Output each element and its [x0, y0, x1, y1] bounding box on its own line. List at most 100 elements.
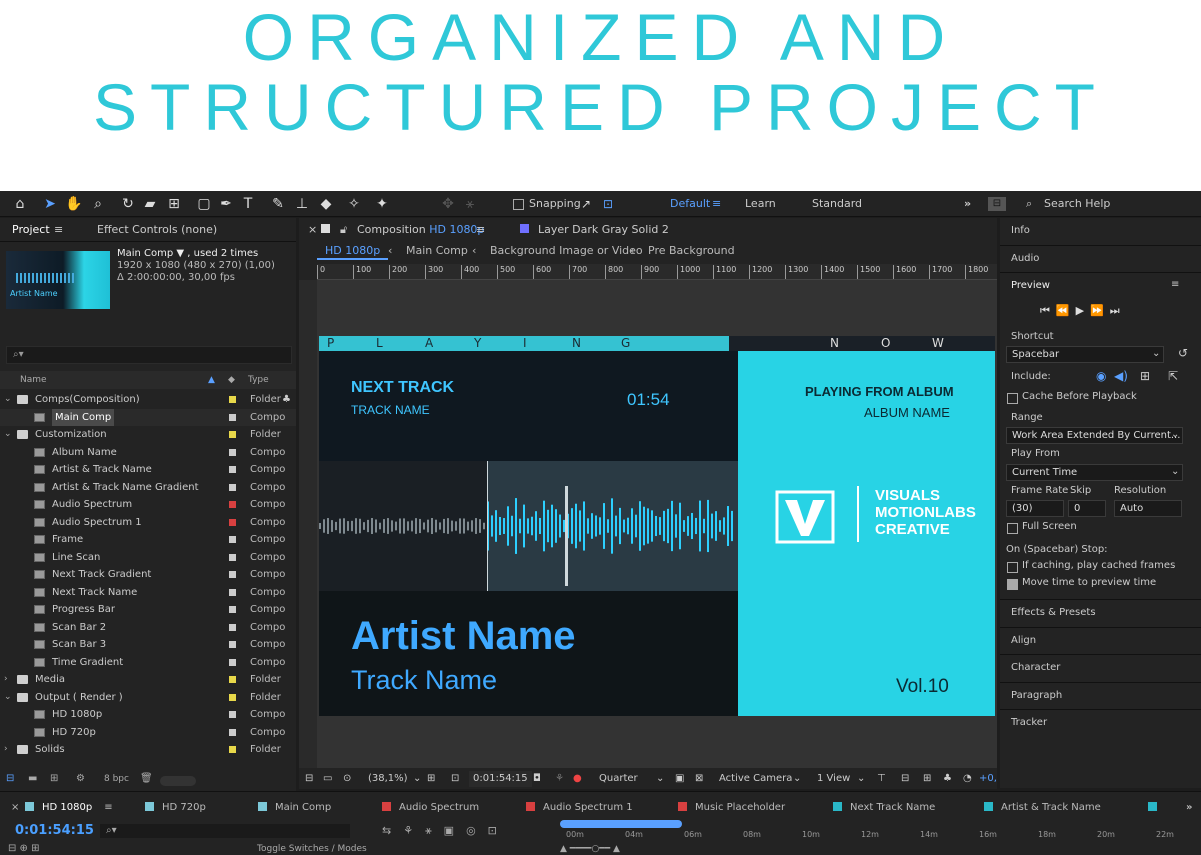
- trash-icon[interactable]: 🗑︎: [140, 773, 153, 784]
- panel-character[interactable]: Character: [1000, 654, 1201, 680]
- range-select[interactable]: Work Area Extended By Current...: [1006, 427, 1183, 444]
- timeline-tab-extra[interactable]: [1148, 802, 1165, 813]
- composition-menu-icon[interactable]: ≡: [476, 223, 485, 236]
- label-color-swatch[interactable]: [229, 466, 236, 473]
- panel-paragraph[interactable]: Paragraph: [1000, 682, 1201, 708]
- timeline-timecode[interactable]: 0:01:54:15: [15, 823, 94, 838]
- close-tab-icon[interactable]: ×: [308, 223, 317, 236]
- view-layout-select[interactable]: 1 View: [817, 769, 850, 789]
- project-item[interactable]: HD 720p Compo: [0, 724, 296, 741]
- project-item[interactable]: Album Name Compo: [0, 444, 296, 461]
- new-comp-icon[interactable]: ⊞: [50, 773, 58, 784]
- label-color-swatch[interactable]: [229, 501, 236, 508]
- label-color-swatch[interactable]: [229, 396, 236, 403]
- project-item[interactable]: Frame Compo: [0, 531, 296, 548]
- project-item[interactable]: Artist & Track Name Gradient Compo: [0, 479, 296, 496]
- rectangle-tool-icon[interactable]: ▢: [194, 194, 214, 214]
- snap-target-icon[interactable]: ⊡: [600, 194, 616, 214]
- pixel-aspect-icon[interactable]: ⊤: [877, 769, 886, 789]
- timeline-icon[interactable]: ⊞: [923, 769, 931, 789]
- project-item[interactable]: Audio Spectrum 1 Compo: [0, 514, 296, 531]
- project-folder[interactable]: ⌄ Customization Folder: [0, 426, 296, 443]
- exposure-value[interactable]: +0,: [979, 769, 997, 789]
- timeline-tab[interactable]: HD 720p: [145, 802, 206, 813]
- breadcrumb-hd1080p[interactable]: HD 1080p: [317, 244, 389, 260]
- label-color-swatch[interactable]: [229, 746, 236, 753]
- project-folder[interactable]: ⌄ Output ( Render ) Folder: [0, 689, 296, 706]
- region-of-interest-icon[interactable]: ▣: [675, 769, 684, 789]
- flowchart-icon[interactable]: ♣: [943, 769, 952, 789]
- search-help-input[interactable]: Search Help: [1044, 196, 1110, 212]
- snap-icon[interactable]: ↗: [578, 194, 594, 214]
- label-color-swatch[interactable]: [229, 711, 236, 718]
- project-item[interactable]: Line Scan Compo: [0, 549, 296, 566]
- column-type[interactable]: Type: [248, 371, 269, 389]
- chevron-down-icon[interactable]: ⌄: [4, 391, 12, 408]
- breadcrumb-main-comp[interactable]: Main Comp: [406, 244, 468, 258]
- panel-align[interactable]: Align: [1000, 627, 1201, 653]
- camera-tool-icon[interactable]: ▰: [140, 194, 160, 214]
- project-item[interactable]: Time Gradient Compo: [0, 654, 296, 671]
- include-overlays-icon[interactable]: ⊞: [1140, 369, 1150, 383]
- grid-icon[interactable]: ⊞: [427, 769, 435, 789]
- frame-rate-select[interactable]: (30): [1006, 500, 1064, 517]
- axis-tool-icon[interactable]: ✥: [438, 194, 458, 214]
- label-color-swatch[interactable]: [229, 431, 236, 438]
- skip-select[interactable]: 0: [1068, 500, 1106, 517]
- snapping-checkbox[interactable]: [513, 199, 524, 210]
- fast-preview-icon[interactable]: ⊟: [901, 769, 909, 789]
- show-snapshot-icon[interactable]: ⚘: [555, 769, 564, 789]
- cache-checkbox[interactable]: [1007, 393, 1018, 404]
- project-item[interactable]: Scan Bar 2 Compo: [0, 619, 296, 636]
- include-audio-icon[interactable]: ◀): [1114, 369, 1128, 383]
- column-name[interactable]: Name: [20, 371, 47, 389]
- home-icon[interactable]: ⌂: [10, 194, 30, 214]
- timeline-zoom-slider[interactable]: ▲ ━━━━○━━ ▲: [560, 844, 620, 854]
- thumbnail-slider[interactable]: [160, 776, 196, 786]
- hand-tool-icon[interactable]: ✋: [64, 194, 84, 214]
- project-item[interactable]: Main Comp Compo: [0, 408, 296, 426]
- breadcrumb-pre-background[interactable]: Pre Background: [648, 244, 735, 258]
- chevron-right-icon[interactable]: ›: [4, 741, 8, 758]
- project-search-input[interactable]: ⌕▾: [6, 346, 292, 364]
- zoom-select[interactable]: (38,1%): [368, 769, 408, 789]
- timeline-tab[interactable]: Main Comp: [258, 802, 331, 813]
- chevron-right-icon[interactable]: ›: [4, 671, 8, 688]
- timeline-search-input[interactable]: ⌕▾: [100, 824, 350, 838]
- camera-select[interactable]: Active Camera: [719, 769, 792, 789]
- eraser-tool-icon[interactable]: ◆: [316, 194, 336, 214]
- timeline-footer-icon[interactable]: ⊟ ⊕ ⊞: [8, 843, 40, 854]
- interpret-footage-icon[interactable]: ⊟: [6, 773, 14, 784]
- puppet-tool-icon[interactable]: ✦: [372, 194, 392, 214]
- timeline-tab[interactable]: Artist & Track Name: [984, 802, 1101, 813]
- tab-project[interactable]: Project: [12, 223, 50, 236]
- panel-info[interactable]: Info: [1000, 218, 1201, 244]
- rotate-tool-icon[interactable]: ↻: [118, 194, 138, 214]
- label-color-swatch[interactable]: [229, 641, 236, 648]
- project-item[interactable]: Progress Bar Compo: [0, 601, 296, 618]
- toggle-switches-modes[interactable]: Toggle Switches / Modes: [257, 844, 367, 854]
- region-icon[interactable]: ⊡: [451, 769, 459, 789]
- panel-audio[interactable]: Audio: [1000, 245, 1201, 271]
- panel-effects-presets[interactable]: Effects & Presets: [1000, 599, 1201, 625]
- project-item[interactable]: Next Track Name Compo: [0, 584, 296, 601]
- timeline-tab[interactable]: Next Track Name: [833, 802, 935, 813]
- timeline-tab[interactable]: HD 1080p ≡: [25, 802, 113, 813]
- text-tool-icon[interactable]: T: [238, 194, 258, 214]
- workspace-standard[interactable]: Standard: [812, 196, 862, 212]
- pan-behind-tool-icon[interactable]: ⊞: [164, 194, 184, 214]
- tab-project-menu-icon[interactable]: ≡: [54, 223, 63, 236]
- workspace-learn[interactable]: Learn: [745, 196, 776, 212]
- timeline-switches-icon[interactable]: ⇆⚘⚹▣◎⊡: [382, 824, 509, 838]
- label-color-swatch[interactable]: [229, 606, 236, 613]
- flowchart-icon[interactable]: ♣: [282, 391, 291, 408]
- project-item[interactable]: HD 1080p Compo: [0, 706, 296, 723]
- label-color-swatch[interactable]: [229, 483, 236, 491]
- chevron-down-icon[interactable]: ⌄: [4, 689, 12, 706]
- search-help-icon[interactable]: ⌕: [1026, 196, 1032, 212]
- project-folder[interactable]: › Solids Folder: [0, 741, 296, 758]
- chevron-down-icon[interactable]: ⌄: [4, 426, 12, 443]
- brush-tool-icon[interactable]: ✎: [268, 194, 288, 214]
- include-export-icon[interactable]: ⇱: [1168, 369, 1178, 383]
- snapshot-icon[interactable]: ◘: [533, 769, 541, 789]
